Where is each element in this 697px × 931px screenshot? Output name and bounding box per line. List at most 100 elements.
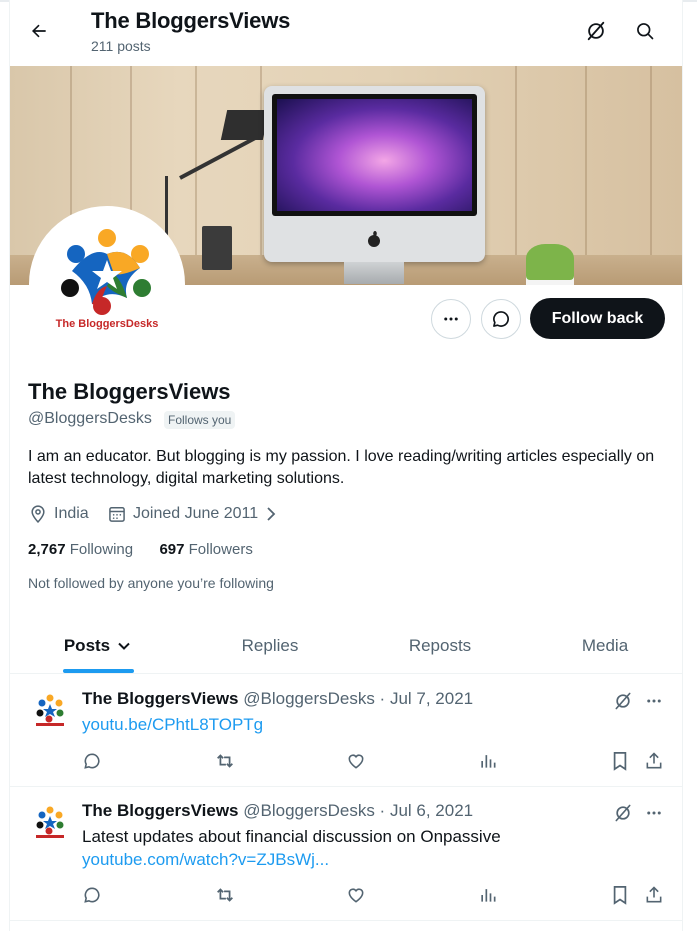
calendar-icon bbox=[109, 506, 125, 522]
repost-button[interactable] bbox=[213, 883, 237, 907]
post-more-button[interactable] bbox=[642, 689, 666, 713]
follow-back-button[interactable]: Follow back bbox=[530, 298, 665, 339]
back-button[interactable] bbox=[24, 16, 54, 46]
search-icon bbox=[637, 23, 654, 40]
post-more-button[interactable] bbox=[642, 801, 666, 825]
chevron-right-icon bbox=[267, 507, 276, 521]
post-text: Latest updates about financial discussio… bbox=[82, 827, 501, 846]
tab-replies[interactable]: Replies bbox=[210, 618, 330, 674]
profile-tabs: Posts Replies Reposts Media bbox=[10, 618, 682, 674]
chevron-down-icon bbox=[118, 642, 130, 650]
wall-plank bbox=[260, 66, 262, 285]
active-tab-indicator bbox=[63, 669, 134, 673]
monitor-screen bbox=[272, 94, 477, 216]
avatar-logo-text: The BloggersDesks bbox=[55, 318, 159, 330]
more-icon bbox=[647, 811, 661, 815]
follow-stats: 2,767 Following 697 Followers bbox=[28, 541, 253, 558]
views-button[interactable] bbox=[476, 883, 500, 907]
bloggersdesks-logo bbox=[61, 229, 151, 315]
grok-post-button[interactable] bbox=[611, 801, 635, 825]
location: India bbox=[28, 504, 89, 524]
grok-icon bbox=[587, 21, 605, 41]
bookmark-button[interactable] bbox=[608, 749, 632, 773]
wall-plank bbox=[195, 66, 197, 285]
repost-icon bbox=[217, 888, 233, 902]
views-button[interactable] bbox=[476, 749, 500, 773]
post-item[interactable]: The BloggersViews @BloggersDesks · Jul 7… bbox=[10, 675, 682, 787]
monitor-stand bbox=[344, 262, 404, 284]
chat-bubble-icon bbox=[493, 311, 509, 327]
post-avatar[interactable] bbox=[32, 805, 68, 841]
apple-logo-icon bbox=[368, 231, 380, 247]
tab-label: Reposts bbox=[408, 636, 472, 655]
profile-name: The BloggersViews bbox=[28, 379, 231, 404]
header-title: The BloggersViews bbox=[91, 8, 291, 33]
post-avatar[interactable] bbox=[32, 693, 68, 729]
lamp-head bbox=[220, 110, 270, 140]
post-link[interactable]: youtube.com/watch?v=ZJBsWj... bbox=[82, 850, 329, 870]
profile-handle: @BloggersDesks bbox=[28, 410, 152, 427]
reply-button[interactable] bbox=[80, 749, 104, 773]
location-pin-icon bbox=[31, 505, 45, 523]
post-link[interactable]: youtu.be/CPhtL8TOPTg bbox=[82, 715, 263, 735]
post-handle-date[interactable]: @BloggersDesks · Jul 6, 2021 bbox=[243, 801, 473, 820]
wall-plank bbox=[650, 66, 652, 285]
heart-icon bbox=[348, 754, 364, 769]
following-link[interactable]: 2,767 Following bbox=[28, 541, 133, 558]
post-header: The BloggersViews @BloggersDesks · Jul 6… bbox=[82, 801, 473, 821]
tab-reposts[interactable]: Reposts bbox=[380, 618, 500, 674]
grok-post-button[interactable] bbox=[611, 689, 635, 713]
monitor-illustration bbox=[264, 86, 485, 262]
followers-label: Followers bbox=[188, 541, 253, 558]
bookmark-button[interactable] bbox=[608, 883, 632, 907]
like-button[interactable] bbox=[344, 749, 368, 773]
location-text: India bbox=[54, 505, 89, 522]
follows-you-badge: Follows you bbox=[164, 411, 236, 429]
profile-header: The BloggersViews 211 posts bbox=[10, 0, 682, 64]
more-icon bbox=[647, 699, 661, 703]
arrow-left-icon bbox=[32, 24, 46, 38]
more-button[interactable] bbox=[431, 299, 471, 339]
followers-link[interactable]: 697 Followers bbox=[159, 541, 252, 558]
wall-plank bbox=[585, 66, 587, 285]
following-count: 2,767 bbox=[28, 541, 66, 558]
not-followed-notice: Not followed by anyone you’re following bbox=[28, 575, 274, 591]
share-icon bbox=[646, 752, 662, 769]
heart-icon bbox=[348, 888, 364, 903]
lamp-arm bbox=[179, 133, 261, 180]
post-count: 211 posts bbox=[91, 38, 151, 54]
profile-avatar[interactable]: The BloggersDesks bbox=[29, 206, 185, 362]
profile-column: The BloggersViews 211 posts The Bloggers… bbox=[9, 0, 683, 931]
followers-count: 697 bbox=[159, 541, 185, 558]
tab-label: Media bbox=[581, 636, 629, 655]
tab-posts[interactable]: Posts bbox=[40, 618, 156, 674]
screen-wallpaper bbox=[277, 99, 472, 211]
share-button[interactable] bbox=[642, 883, 666, 907]
like-button[interactable] bbox=[344, 883, 368, 907]
bookmark-icon bbox=[613, 886, 627, 905]
tab-label: Replies bbox=[241, 636, 299, 655]
post-author-name[interactable]: The BloggersViews bbox=[82, 801, 239, 820]
reply-button[interactable] bbox=[80, 883, 104, 907]
analytics-icon bbox=[481, 889, 496, 902]
repost-icon bbox=[217, 754, 233, 768]
grok-button[interactable] bbox=[581, 16, 611, 46]
message-button[interactable] bbox=[481, 299, 521, 339]
joined-text: Joined June 2011 bbox=[133, 505, 259, 522]
bookmark-icon bbox=[613, 752, 627, 771]
post-handle-date[interactable]: @BloggersDesks · Jul 7, 2021 bbox=[243, 689, 473, 708]
repost-button[interactable] bbox=[213, 749, 237, 773]
post-item[interactable]: The BloggersViews @BloggersDesks · Jul 6… bbox=[10, 787, 682, 921]
search-button[interactable] bbox=[630, 16, 660, 46]
tab-label: Posts bbox=[63, 636, 111, 655]
analytics-icon bbox=[481, 755, 496, 768]
joined-date[interactable]: Joined June 2011 bbox=[107, 504, 278, 524]
reply-icon bbox=[84, 887, 100, 903]
grok-icon bbox=[615, 804, 631, 822]
share-button[interactable] bbox=[642, 749, 666, 773]
tab-media[interactable]: Media bbox=[555, 618, 655, 674]
reply-icon bbox=[84, 753, 100, 769]
grok-icon bbox=[615, 692, 631, 710]
profile-bio: I am an educator. But blogging is my pas… bbox=[28, 448, 655, 487]
post-author-name[interactable]: The BloggersViews bbox=[82, 689, 239, 708]
